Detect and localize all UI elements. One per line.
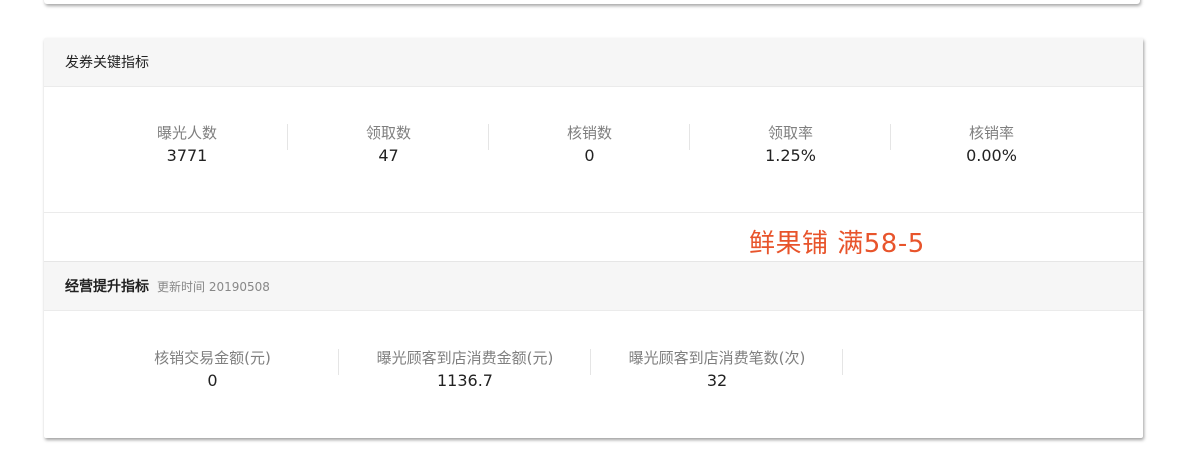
metric-value: 3771 bbox=[166, 146, 208, 165]
metric-label: 曝光顾客到店消费笔数(次) bbox=[628, 349, 806, 367]
metric-claimed: 领取数 47 bbox=[288, 122, 489, 170]
metric-exposure: 曝光人数 3771 bbox=[44, 122, 288, 170]
coupon-section-header: 发券关键指标 bbox=[44, 38, 1143, 87]
promo-annotation: 鲜果铺 满58-5 bbox=[749, 229, 925, 259]
metric-value: 0.00% bbox=[966, 146, 1017, 165]
metric-value: 0 bbox=[207, 371, 218, 390]
metric-redeem-amount: 核销交易金额(元) 0 bbox=[44, 347, 339, 395]
metric-label: 核销交易金额(元) bbox=[154, 349, 271, 367]
metric-visit-count: 曝光顾客到店消费笔数(次) 32 bbox=[591, 347, 843, 395]
business-section-header: 经营提升指标 更新时间 20190508 bbox=[44, 261, 1143, 311]
metrics-card: 发券关键指标 曝光人数 3771 领取数 47 核销数 0 领取率 1.25% … bbox=[44, 38, 1143, 438]
previous-card-edge bbox=[44, 0, 1140, 4]
metric-divider bbox=[842, 349, 843, 375]
metric-redeem-rate: 核销率 0.00% bbox=[891, 122, 1092, 170]
metric-value: 47 bbox=[378, 146, 399, 165]
metric-label: 曝光顾客到店消费金额(元) bbox=[376, 349, 554, 367]
metric-value: 0 bbox=[584, 146, 595, 165]
coupon-metrics-row: 曝光人数 3771 领取数 47 核销数 0 领取率 1.25% 核销率 0.0… bbox=[44, 122, 1092, 170]
metric-visit-amount: 曝光顾客到店消费金额(元) 1136.7 bbox=[339, 347, 591, 395]
metric-redeemed: 核销数 0 bbox=[489, 122, 690, 170]
metric-label: 曝光人数 bbox=[156, 124, 217, 142]
metric-label: 核销数 bbox=[566, 124, 612, 142]
metric-label: 核销率 bbox=[968, 124, 1014, 142]
metric-claim-rate: 领取率 1.25% bbox=[690, 122, 891, 170]
metric-value: 1136.7 bbox=[437, 371, 493, 390]
metric-label: 领取率 bbox=[767, 124, 813, 142]
business-metrics-row: 核销交易金额(元) 0 曝光顾客到店消费金额(元) 1136.7 曝光顾客到店消… bbox=[44, 347, 843, 395]
update-time: 更新时间 20190508 bbox=[157, 279, 270, 294]
business-section-title: 经营提升指标 bbox=[65, 279, 149, 295]
metric-label: 领取数 bbox=[365, 124, 411, 142]
metric-value: 32 bbox=[706, 371, 728, 390]
metric-value: 1.25% bbox=[765, 146, 816, 165]
band-divider bbox=[44, 212, 1143, 213]
coupon-section-title: 发券关键指标 bbox=[65, 55, 149, 71]
